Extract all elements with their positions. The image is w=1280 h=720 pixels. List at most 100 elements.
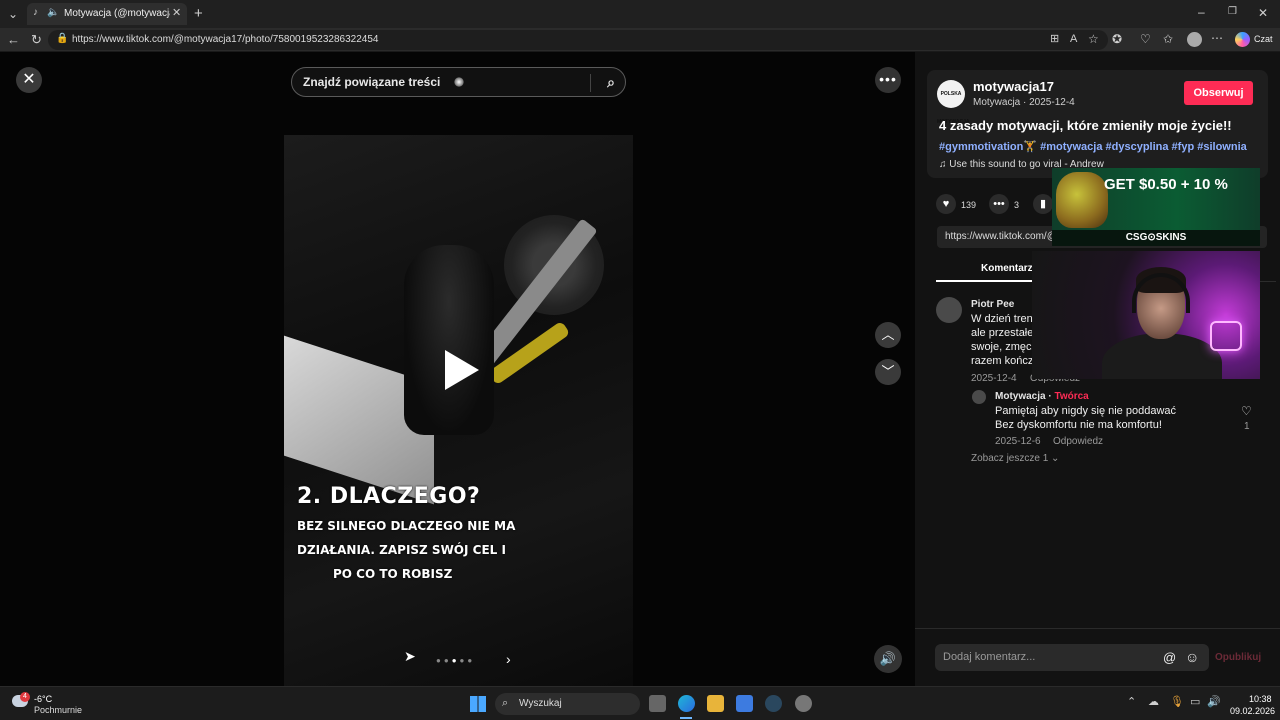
chevron-down-icon: ﹀ [881,364,895,379]
taskbar-search-label: Wyszukaj [519,698,562,709]
comment-placeholder: Dodaj komentarz... [943,651,1036,663]
bookmark-icon: ▮ [1039,198,1047,210]
favorites-icon[interactable]: ✩ [1163,33,1173,45]
emoji-icon[interactable]: ☺ [1185,650,1199,664]
reply-date: 2025-12-6 [995,436,1041,447]
url-input[interactable]: 🔒 https://www.tiktok.com/@motywacja17/ph… [48,30,1108,50]
like-button[interactable]: ♥ [936,194,956,214]
comment-line-1: W dzień tren [971,313,1033,325]
edge-icon[interactable] [678,695,695,712]
next-photo-icon[interactable]: › [506,651,511,667]
heart-icon: ♥ [942,198,950,210]
start-icon[interactable] [470,696,486,712]
steam-icon[interactable] [765,695,782,712]
minimize-icon[interactable]: – [1198,6,1205,18]
comment-icon: ••• [993,198,1005,210]
browser-tab[interactable]: ♪ 🔈 Motywacja (@motywacja17) | ✕ [27,3,187,25]
author-avatar[interactable]: POLSKA MOTYWACJA [937,80,970,125]
browser-essentials-icon[interactable]: ♡ [1140,33,1151,45]
play-icon[interactable] [445,350,479,390]
publish-button[interactable]: Opublikuj [1215,652,1261,663]
related-search-input[interactable]: Znajdź powiązane treści ⌕ [291,67,626,97]
post-photo[interactable] [284,135,633,686]
loading-spinner-icon [454,77,464,87]
taskbar-search[interactable]: ⌕ Wyszukaj [495,693,640,715]
overlay-line-3: PO CO TO ROBISZ [333,567,453,581]
reply-author[interactable]: Motywacja · Twórca [995,391,1089,402]
copilot-label[interactable]: Czat [1254,34,1273,44]
close-tab-icon[interactable]: ✕ [172,8,181,19]
photo-dot[interactable]: ● [452,656,458,665]
extensions-icon[interactable]: ✪ [1112,33,1122,45]
see-more-replies[interactable]: Zobacz jeszcze 1 ⌄ [971,453,1059,464]
streamer-webcam [1032,251,1260,379]
tab-active-underline [936,280,1046,282]
speaker-icon[interactable]: 🔈 [47,8,59,18]
profile-avatar[interactable] [1187,32,1202,47]
next-video-button[interactable]: ﹀ [875,359,901,385]
photo-pagination-dots[interactable]: ● ● ● ● ● [436,656,475,665]
close-viewer-button[interactable]: ✕ [16,67,42,93]
search-placeholder: Znajdź powiązane treści [303,75,441,89]
comment-line-4: razem kończ [971,355,1034,367]
author-username[interactable]: motywacja17 [973,79,1054,94]
photo-dot[interactable]: ● [467,656,473,665]
post-hashtags[interactable]: #gymmotivation🏋 #motywacja #dyscyplina #… [939,140,1247,153]
ad-brand-text: CSG⊙SKINS [1052,230,1260,246]
clock-time[interactable]: 10:38 [1249,694,1272,704]
new-tab-icon[interactable]: + [194,6,203,21]
more-options-button[interactable]: ••• [875,67,901,93]
copilot-icon[interactable] [1235,32,1250,47]
bookmark-button[interactable]: ▮ [1033,194,1053,214]
app-available-icon[interactable]: ⊞ [1050,34,1059,45]
reply-reply-link[interactable]: Odpowiedz [1053,436,1103,447]
tab-comments[interactable]: Komentarze [981,263,1038,274]
search-divider [590,74,591,92]
volume-icon[interactable]: 🔊 [1207,697,1221,708]
creator-tag: Twórca [1054,391,1089,402]
webcam-shoulders [1102,333,1222,379]
onedrive-icon[interactable]: ☁ [1148,697,1159,708]
reply-like-icon[interactable]: ♡ [1241,405,1252,417]
store-icon[interactable] [736,695,753,712]
volume-button[interactable]: 🔊 [874,645,902,673]
clock-date[interactable]: 09.02.2026 [1230,706,1275,716]
comment-avatar[interactable] [936,297,962,323]
search-icon[interactable]: ⌕ [607,68,615,96]
reload-icon[interactable]: ↻ [31,33,42,46]
author-subline: Motywacja · 2025-12-4 [973,97,1075,108]
translate-icon[interactable]: A [1070,34,1077,45]
follow-button[interactable]: Obserwuj [1184,81,1253,105]
photo-dot[interactable]: ● [436,656,442,665]
close-window-icon[interactable]: ✕ [1258,7,1268,19]
comment-line-2: ale przestałe [971,327,1034,339]
reply-avatar[interactable] [972,390,986,404]
favorite-star-icon[interactable]: ☆ [1088,33,1099,45]
athlete-image [404,245,494,435]
photo-dot[interactable]: ● [444,656,450,665]
app-with-notification-icon[interactable] [795,695,812,712]
display-icon[interactable]: ▭ [1190,697,1200,708]
weather-temperature[interactable]: -6°C [34,694,52,704]
comment-author[interactable]: Piotr Pee [971,299,1014,310]
photo-dot[interactable]: ● [460,656,466,665]
file-explorer-icon[interactable] [707,695,724,712]
comment-count: 3 [1014,200,1020,210]
more-menu-icon[interactable]: ⋯ [1211,32,1223,44]
restore-icon[interactable]: ❐ [1228,7,1237,17]
tab-list-icon[interactable]: ⌄ [8,8,18,20]
mention-icon[interactable]: @ [1163,651,1176,664]
comment-button[interactable]: ••• [989,194,1009,214]
comment-line-3: swoje, zmęcz [971,341,1038,353]
weather-condition[interactable]: Pochmurnie [34,705,82,715]
microphone-icon[interactable]: 🎙 [1170,697,1184,708]
tray-chevron-icon[interactable]: ⌃ [1127,697,1136,708]
active-app-indicator [680,717,692,719]
back-icon[interactable]: ← [7,33,20,46]
address-bar: ← ↻ 🔒 https://www.tiktok.com/@motywacja1… [0,28,1280,52]
task-view-icon[interactable] [649,695,666,712]
previous-video-button[interactable]: ︿ [875,322,901,348]
comment-input[interactable]: Dodaj komentarz... @ ☺ [935,644,1209,671]
site-info-icon[interactable]: 🔒 [56,34,68,44]
reply-author-name: Motywacja [995,391,1046,402]
